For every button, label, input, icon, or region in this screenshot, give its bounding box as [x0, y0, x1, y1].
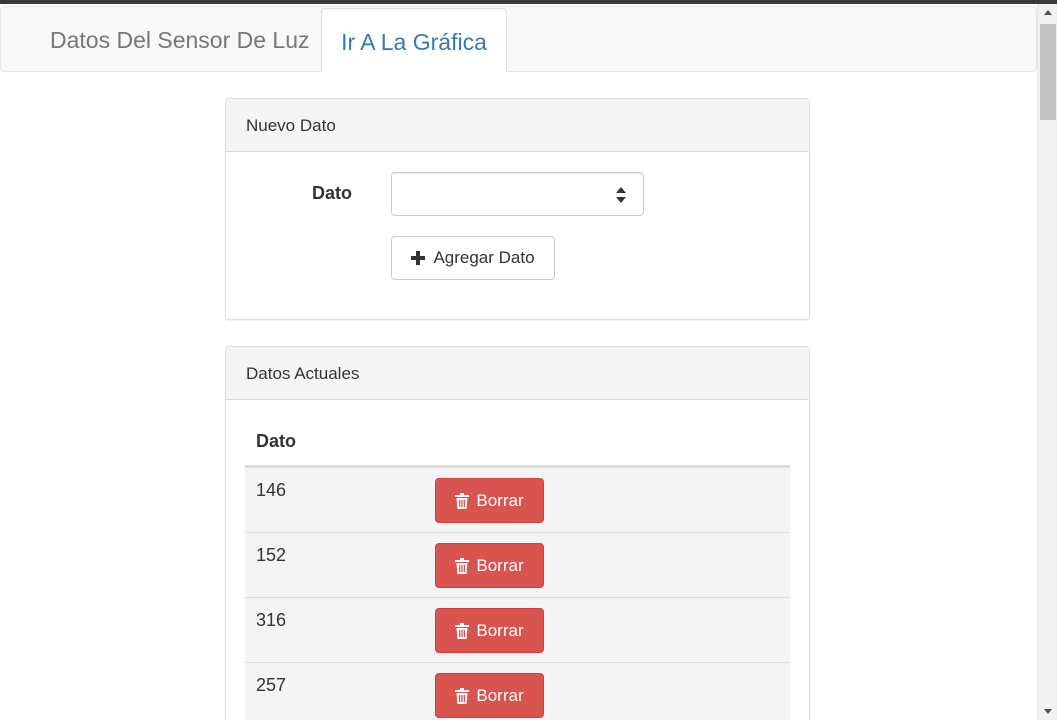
delete-button[interactable]: Borrar — [435, 608, 544, 653]
trash-icon — [455, 492, 470, 509]
page-viewport: Datos Del Sensor De Luz Ir A La Gráfica … — [0, 4, 1037, 720]
delete-button-label: Borrar — [476, 555, 524, 575]
delete-button-label: Borrar — [476, 685, 524, 705]
scroll-up-arrow-icon[interactable] — [1038, 4, 1057, 21]
dato-number-input[interactable] — [391, 172, 644, 216]
current-data-panel-heading: Datos Actuales — [226, 347, 809, 400]
scrollbar-thumb[interactable] — [1040, 24, 1056, 120]
data-value: 146 — [256, 480, 287, 500]
data-value: 152 — [256, 545, 287, 565]
delete-button-label: Borrar — [476, 620, 524, 640]
navbar-brand[interactable]: Datos Del Sensor De Luz — [50, 7, 310, 73]
table-row: 257 Borrar — [245, 662, 790, 720]
delete-button[interactable]: Borrar — [435, 673, 544, 718]
vertical-scrollbar[interactable] — [1037, 4, 1057, 720]
plus-icon — [411, 251, 426, 265]
data-table: Dato 146 Borrar 152 Borrar 316 Borrar 25… — [245, 419, 790, 720]
add-data-button-label: Agregar Dato — [433, 248, 535, 267]
trash-icon — [455, 557, 470, 574]
new-data-panel: Nuevo Dato Dato Agregar Dato — [225, 98, 810, 320]
new-data-panel-heading: Nuevo Dato — [226, 99, 809, 152]
add-data-button[interactable]: Agregar Dato — [391, 236, 555, 280]
trash-icon — [455, 622, 470, 639]
table-row: 152 Borrar — [245, 532, 790, 597]
current-data-panel: Datos Actuales Dato 146 Borrar 152 Borra… — [225, 346, 810, 720]
table-header-dato: Dato — [245, 419, 790, 467]
delete-button-label: Borrar — [476, 490, 524, 510]
table-row: 146 Borrar — [245, 467, 790, 532]
table-row: 316 Borrar — [245, 597, 790, 662]
dato-field-label: Dato — [312, 183, 352, 203]
data-value: 257 — [256, 675, 287, 695]
trash-icon — [455, 687, 470, 704]
data-value: 316 — [256, 610, 287, 630]
navbar: Datos Del Sensor De Luz Ir A La Gráfica — [0, 6, 1037, 73]
scroll-down-arrow-icon[interactable] — [1038, 703, 1057, 720]
delete-button[interactable]: Borrar — [435, 543, 544, 588]
tab-go-to-chart[interactable]: Ir A La Gráfica — [321, 8, 507, 73]
delete-button[interactable]: Borrar — [435, 478, 544, 523]
number-spinner-icon[interactable] — [615, 185, 627, 205]
